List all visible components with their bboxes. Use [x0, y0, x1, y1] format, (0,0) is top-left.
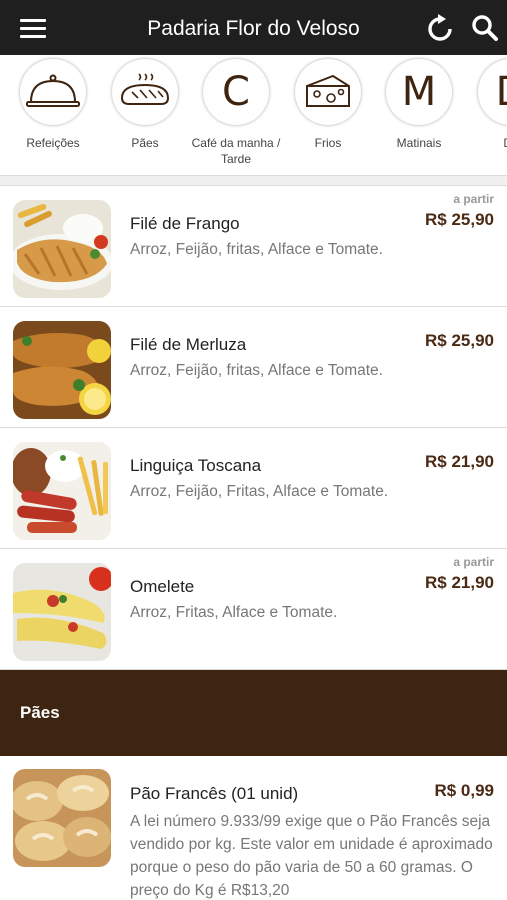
item-description: Arroz, Feijão, Fritas, Alface e Tomate.	[130, 483, 389, 500]
food-photo-omelette	[13, 563, 111, 661]
cheese-icon	[295, 59, 361, 125]
section-header-paes: Pães	[0, 670, 507, 756]
menu-item[interactable]: Filé de Frango Arroz, Feijão, fritas, Al…	[0, 186, 507, 307]
category-cafe[interactable]: C Café da manha / Tarde	[190, 59, 282, 167]
item-description: Arroz, Feijão, fritas, Alface e Tomate.	[130, 241, 383, 258]
price-from-label: a partir	[453, 192, 494, 206]
app-header: Padaria Flor do Veloso	[0, 0, 507, 55]
menu-item[interactable]: Linguiça Toscana Arroz, Feijão, Fritas, …	[0, 428, 507, 549]
letter-c-icon: C	[203, 59, 269, 125]
category-matinais[interactable]: M Matinais	[373, 59, 465, 151]
item-description: A lei número 9.933/99 exige que o Pão Fr…	[130, 813, 493, 899]
letter-m-icon: M	[386, 59, 452, 125]
item-price: R$ 0,99	[434, 781, 494, 800]
food-photo-chicken	[13, 200, 111, 298]
category-paes[interactable]: Pães	[99, 59, 191, 151]
food-photo-bread	[13, 769, 111, 867]
category-frios[interactable]: Frios	[282, 59, 374, 151]
category-label: Matinais	[396, 136, 442, 150]
category-label: Frios	[314, 136, 342, 150]
price-from-label: a partir	[453, 555, 494, 569]
category-label: Do	[465, 135, 507, 151]
divider	[0, 175, 507, 186]
food-photo-fish	[13, 321, 111, 419]
item-name: Omelete	[130, 577, 195, 596]
category-label: Café da manha / Tarde	[191, 136, 281, 166]
cloche-icon	[20, 59, 86, 125]
food-photo-sausage	[13, 442, 111, 540]
item-name: Filé de Merluza	[130, 335, 247, 354]
item-name: Pão Francês (01 unid)	[130, 784, 299, 803]
search-icon[interactable]	[470, 13, 500, 43]
item-price: R$ 21,90	[425, 573, 494, 592]
category-carousel[interactable]: Refeições Pães C Café da manha / Tarde F…	[0, 55, 507, 175]
menu-item[interactable]: Filé de Merluza Arroz, Feijão, fritas, A…	[0, 307, 507, 428]
letter-d-icon: D	[478, 59, 507, 125]
refresh-icon[interactable]	[425, 14, 455, 44]
category-partial[interactable]: D Do	[465, 59, 507, 151]
section-title: Pães	[20, 703, 60, 722]
item-description: Arroz, Fritas, Alface e Tomate.	[130, 604, 338, 621]
item-price: R$ 21,90	[425, 452, 494, 471]
category-label: Refeições	[26, 136, 80, 150]
item-price: R$ 25,90	[425, 210, 494, 229]
category-refeicoes[interactable]: Refeições	[7, 59, 99, 151]
item-name: Linguiça Toscana	[130, 456, 262, 475]
item-description: Arroz, Feijão, fritas, Alface e Tomate.	[130, 362, 383, 379]
item-name: Filé de Frango	[130, 214, 240, 233]
category-label: Pães	[131, 136, 159, 150]
menu-item[interactable]: Pão Francês (01 unid) R$ 0,99 A lei núme…	[0, 756, 507, 900]
menu-item[interactable]: Omelete Arroz, Fritas, Alface e Tomate. …	[0, 549, 507, 670]
bread-icon	[112, 59, 178, 125]
item-price: R$ 25,90	[425, 331, 494, 350]
